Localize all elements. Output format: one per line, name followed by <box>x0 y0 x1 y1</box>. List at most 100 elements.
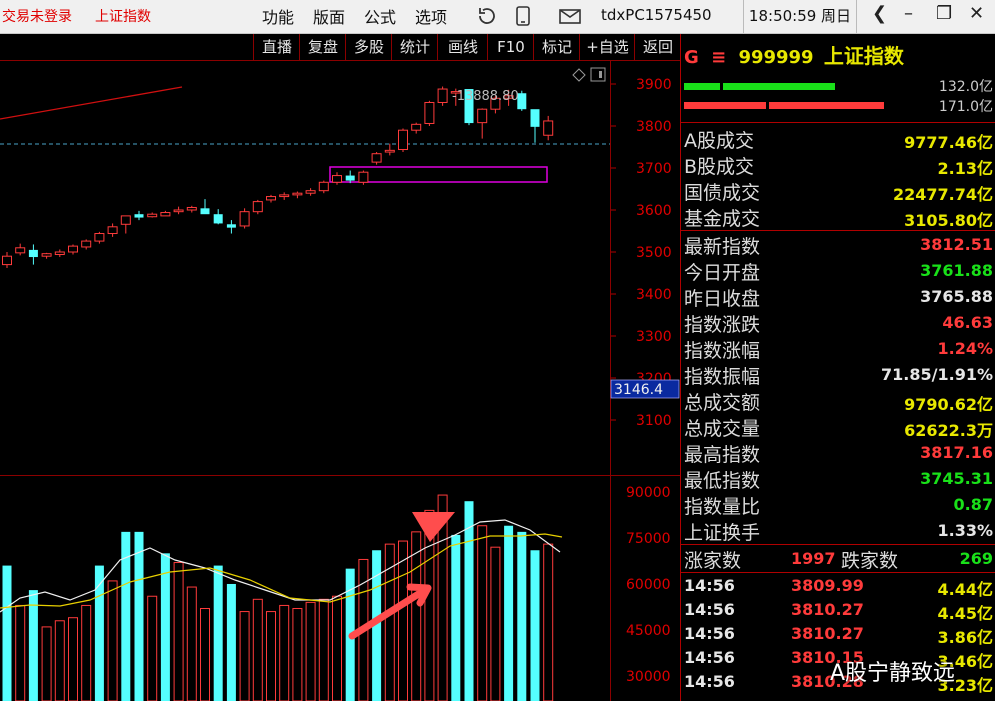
restore-button[interactable]: ❐ <box>936 3 952 24</box>
close-button[interactable]: ✕ <box>969 3 984 24</box>
bond-volume-row: 国债成交 22477.74亿 <box>684 182 993 204</box>
candle-body <box>358 171 369 183</box>
candle-body <box>160 212 171 217</box>
volume-bar <box>213 565 223 701</box>
volume-bar <box>54 620 65 701</box>
candle-body <box>477 108 488 124</box>
menu-layout[interactable]: 版面 <box>313 4 345 28</box>
change-pct-row: 指数涨幅 1.24% <box>684 339 993 362</box>
price-tick-label: 3900 <box>636 77 672 93</box>
price-tick-label: 3400 <box>636 287 672 303</box>
volume-bar <box>305 601 316 701</box>
tick-row: 14:56 3809.99 4.44亿 <box>684 576 993 599</box>
tool-live[interactable]: 直播 <box>253 34 300 60</box>
volume-bar <box>279 604 290 701</box>
candle-body <box>41 253 52 257</box>
candle-body <box>530 109 540 127</box>
turnover-row: 总成交额 9790.62亿 <box>684 392 993 414</box>
volume-tick-label: 60000 <box>626 577 671 593</box>
candle-body <box>384 149 395 153</box>
candle-body <box>68 245 78 253</box>
price-tick-label: 3100 <box>636 413 672 429</box>
volume-bar <box>94 565 104 701</box>
candle-body <box>2 255 12 266</box>
kline-chart[interactable]: 390038003700360035003400330032003100 900… <box>0 60 680 701</box>
tool-add-watchlist[interactable]: +自选 <box>579 34 635 60</box>
tool-mark[interactable]: 标记 <box>533 34 580 60</box>
tick-row: 14:56 3810.27 4.45亿 <box>684 600 993 623</box>
candle-body <box>134 214 144 218</box>
volume-bar <box>266 611 276 701</box>
price-tick-label: 3500 <box>636 245 672 261</box>
candle-body <box>107 226 118 235</box>
candle-body <box>371 153 382 163</box>
volume-bar <box>332 595 342 701</box>
breadth-row: 涨家数 1997 跌家数 269 <box>684 549 993 572</box>
volume-bar <box>81 604 92 701</box>
tool-f10[interactable]: F10 <box>487 34 534 60</box>
latest-row: 最新指数 3812.51 <box>684 235 993 258</box>
index-title: 上证指数 <box>95 9 151 25</box>
refresh-icon[interactable] <box>476 5 498 31</box>
panel-icon[interactable] <box>590 67 606 82</box>
tool-multi-stock[interactable]: 多股 <box>345 34 392 60</box>
candle-body <box>81 240 92 248</box>
volume-bar <box>200 608 210 701</box>
volume-bar <box>477 525 488 701</box>
volume-bar <box>68 617 78 701</box>
g-icon: G <box>684 47 699 68</box>
volume-bar <box>464 501 474 701</box>
change-row: 指数涨跌 46.63 <box>684 313 993 336</box>
volume-tick-label: 75000 <box>626 531 671 547</box>
candle-body <box>226 224 236 228</box>
volume-bar <box>517 531 527 701</box>
tool-back[interactable]: 返回 <box>634 34 681 60</box>
quote-code: 999999 <box>738 47 814 68</box>
price-cursor: 3146.4 <box>614 382 663 398</box>
minimize-button[interactable]: – <box>904 3 913 24</box>
menu-options[interactable]: 选项 <box>415 4 447 28</box>
volume-tick-label: 30000 <box>626 669 671 685</box>
tool-draw-line[interactable]: 画线 <box>437 34 488 60</box>
volume-bar <box>160 553 170 701</box>
candlesticks <box>2 86 554 268</box>
back-icon[interactable]: ❮ <box>872 3 887 24</box>
volume-axis: 90000 75000 60000 45000 30000 <box>626 485 671 685</box>
tool-statistics[interactable]: 统计 <box>391 34 438 60</box>
price-axis: 390038003700360035003400330032003100 <box>611 77 672 429</box>
buy-value: 132.0亿 <box>938 79 993 95</box>
volume-bar <box>451 534 461 701</box>
candle-body <box>543 120 554 136</box>
mail-icon[interactable] <box>558 5 582 31</box>
price-tick-label: 3700 <box>636 161 672 177</box>
expand-icon[interactable] <box>572 68 586 82</box>
volume-bar <box>173 562 184 701</box>
menu-icon[interactable]: ≡ <box>711 47 726 68</box>
candle-body <box>239 211 250 227</box>
volume-bar <box>292 608 303 701</box>
volume-bar <box>252 598 263 701</box>
volume-bar <box>226 583 236 701</box>
low-row: 最低指数 3745.31 <box>684 469 993 492</box>
sell-bar-2 <box>769 102 884 109</box>
volume-bar <box>239 611 250 701</box>
candle-body <box>266 196 276 201</box>
volume-bar <box>2 565 12 701</box>
clock: 18:50:59 周日 <box>743 0 857 33</box>
candle-body <box>120 215 131 225</box>
menu-function[interactable]: 功能 <box>262 4 294 28</box>
volume-tick-label: 45000 <box>626 623 671 639</box>
volume-row: 总成交量 62622.3万 <box>684 418 993 440</box>
tool-replay[interactable]: 复盘 <box>299 34 346 60</box>
phone-icon[interactable] <box>515 5 531 31</box>
candle-body <box>213 214 223 224</box>
candle-body <box>424 101 435 124</box>
login-status[interactable]: 交易未登录 <box>2 6 72 26</box>
quote-panel: G ≡ 999999 上证指数 132.0亿 171.0亿 A股成交 9777.… <box>681 34 995 701</box>
menu-formula[interactable]: 公式 <box>364 4 396 28</box>
volume-bar <box>28 590 38 701</box>
candle-body <box>332 175 342 183</box>
candle-body <box>173 209 184 213</box>
candle-body <box>54 251 65 256</box>
trend-line[interactable] <box>0 86 183 120</box>
